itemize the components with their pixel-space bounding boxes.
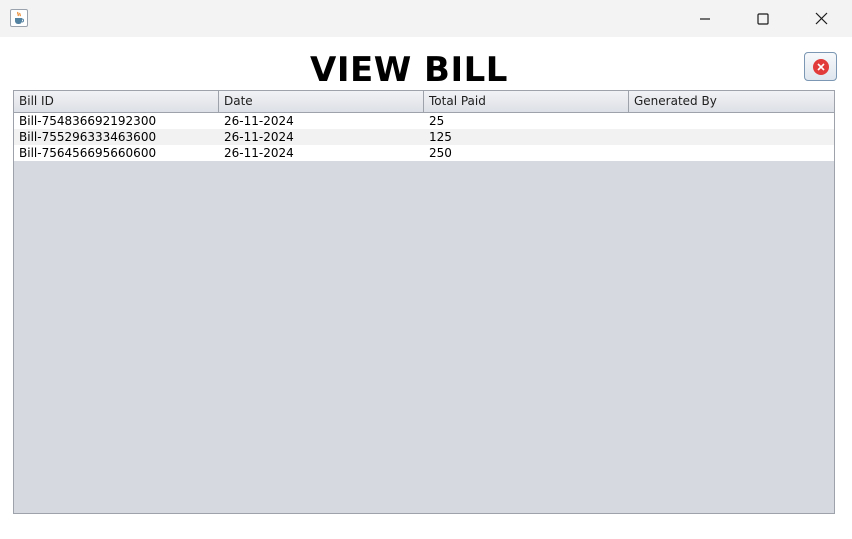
page-title: VIEW BILL: [310, 50, 508, 90]
cell-generated-by[interactable]: [629, 113, 834, 129]
cell-total-paid[interactable]: 125: [424, 129, 629, 145]
column-header-date[interactable]: Date: [219, 91, 424, 112]
column-header-bill-id[interactable]: Bill ID: [14, 91, 219, 112]
cell-generated-by[interactable]: [629, 129, 834, 145]
table-body: Bill-754836692192300 26-11-2024 25 Bill-…: [14, 113, 834, 161]
cell-bill-id[interactable]: Bill-754836692192300: [14, 113, 219, 129]
java-app-icon: [10, 9, 28, 27]
cell-bill-id[interactable]: Bill-755296333463600: [14, 129, 219, 145]
window-title-bar[interactable]: [0, 0, 852, 37]
table-row[interactable]: Bill-754836692192300 26-11-2024 25: [14, 113, 834, 129]
column-header-total-paid[interactable]: Total Paid: [424, 91, 629, 112]
table-header: Bill ID Date Total Paid Generated By: [14, 91, 834, 113]
close-window-button[interactable]: [792, 0, 850, 37]
minimize-button[interactable]: [676, 0, 734, 37]
cell-date[interactable]: 26-11-2024: [219, 129, 424, 145]
column-header-generated-by[interactable]: Generated By: [629, 91, 834, 112]
table-row[interactable]: Bill-755296333463600 26-11-2024 125: [14, 129, 834, 145]
maximize-icon: [757, 12, 769, 25]
maximize-button[interactable]: [734, 0, 792, 37]
cell-date[interactable]: 26-11-2024: [219, 113, 424, 129]
minimize-icon: [700, 17, 710, 20]
cell-generated-by[interactable]: [629, 145, 834, 161]
cell-bill-id[interactable]: Bill-756456695660600: [14, 145, 219, 161]
close-icon: [815, 12, 827, 25]
red-circle-x-icon: [812, 58, 829, 75]
table-row[interactable]: Bill-756456695660600 26-11-2024 250: [14, 145, 834, 161]
cell-total-paid[interactable]: 25: [424, 113, 629, 129]
cell-date[interactable]: 26-11-2024: [219, 145, 424, 161]
exit-button[interactable]: [804, 52, 837, 81]
cell-total-paid[interactable]: 250: [424, 145, 629, 161]
bill-table[interactable]: Bill ID Date Total Paid Generated By Bil…: [13, 90, 835, 514]
